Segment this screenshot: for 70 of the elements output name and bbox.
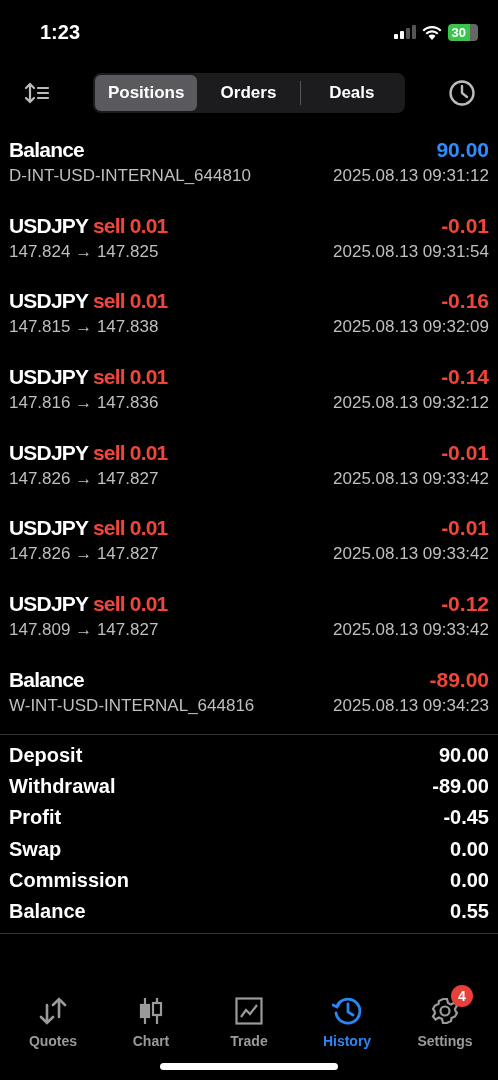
deal-time: 2025.08.13 09:33:42 (333, 619, 489, 640)
deal-profit: -0.01 (441, 440, 489, 465)
deal-time: 2025.08.13 09:31:54 (333, 241, 489, 262)
deal-prices: 147.826 → 147.827 (9, 468, 159, 489)
deal-side: sell 0.01 (92, 591, 168, 615)
summary-value: 0.00 (450, 868, 489, 892)
deal-profit: 90.00 (436, 137, 489, 162)
sort-icon[interactable] (24, 82, 50, 104)
deal-time: 2025.08.13 09:33:42 (333, 544, 489, 565)
deal-profit: -89.00 (429, 667, 489, 692)
summary-value: -0.45 (443, 806, 489, 830)
settings-icon (431, 997, 459, 1025)
deal-side: sell 0.01 (92, 289, 168, 313)
deal-prices: 147.816 → 147.836 (9, 392, 159, 413)
deal-prices: 147.809 → 147.827 (9, 619, 159, 640)
deal-profit: -0.01 (441, 516, 489, 541)
nav-tab[interactable]: History (302, 981, 392, 1059)
clock-icon[interactable] (448, 79, 476, 107)
candlestick-icon (139, 997, 163, 1025)
deal-symbol: USDJPY (9, 516, 88, 540)
deal-comment: W-INT-USD-INTERNAL_644816 (9, 695, 255, 716)
up-down-arrows-icon (37, 997, 69, 1025)
deal-comment: D-INT-USD-INTERNAL_644810 (9, 165, 251, 186)
deal-symbol: USDJPY (9, 213, 88, 237)
tab[interactable]: Positions (95, 75, 198, 111)
deal-profit: -0.01 (441, 213, 489, 238)
nav-tab[interactable]: 4 Settings (400, 981, 490, 1059)
deal-time: 2025.08.13 09:31:12 (333, 165, 489, 186)
summary-label: Withdrawal (9, 774, 116, 798)
signal-icon (393, 25, 416, 39)
deal-time: 2025.08.13 09:32:12 (333, 392, 489, 413)
deal-profit: -0.14 (441, 364, 489, 389)
deal-side: sell 0.01 (92, 213, 168, 237)
summary-label: Swap (9, 837, 62, 861)
notification-badge: 4 (451, 985, 473, 1007)
deal-symbol: USDJPY (9, 364, 88, 388)
deal-prices: 147.815 → 147.838 (9, 317, 159, 338)
deal-prices: 147.826 → 147.827 (9, 544, 159, 565)
summary-label: Commission (9, 868, 130, 892)
nav-tab[interactable]: Trade (204, 981, 294, 1059)
summary-value: 0.00 (450, 837, 489, 861)
deal-time: 2025.08.13 09:34:23 (333, 695, 489, 716)
summary-label: Deposit (9, 743, 83, 767)
deal-symbol: USDJPY (9, 289, 88, 313)
deal-profit: -0.16 (441, 289, 489, 314)
deal-title: Balance (9, 667, 84, 692)
wifi-icon (421, 24, 442, 40)
status-time: 1:23 (40, 20, 81, 44)
summary-value: 0.55 (450, 900, 489, 924)
history-icon (332, 996, 362, 1026)
deal-symbol: USDJPY (9, 440, 88, 464)
nav-tab[interactable]: Quotes (8, 981, 98, 1059)
summary-value: 90.00 (438, 743, 489, 767)
deal-prices: 147.824 → 147.825 (9, 241, 159, 262)
summary-label: Profit (9, 806, 62, 830)
deal-time: 2025.08.13 09:33:42 (333, 468, 489, 489)
tab[interactable]: Orders (197, 75, 300, 111)
summary-value: -89.00 (432, 774, 489, 798)
summary-label: Balance (9, 900, 86, 924)
deal-time: 2025.08.13 09:32:09 (333, 317, 489, 338)
line-chart-icon (235, 997, 263, 1025)
battery-level: 30 (447, 23, 478, 41)
nav-tab[interactable]: Chart (106, 981, 196, 1059)
deal-profit: -0.12 (441, 591, 489, 616)
deal-symbol: USDJPY (9, 591, 88, 615)
deal-side: sell 0.01 (92, 440, 168, 464)
tab[interactable]: Deals (300, 75, 403, 111)
deal-side: sell 0.01 (92, 516, 168, 540)
deal-title: Balance (9, 137, 84, 162)
deal-side: sell 0.01 (92, 364, 168, 388)
